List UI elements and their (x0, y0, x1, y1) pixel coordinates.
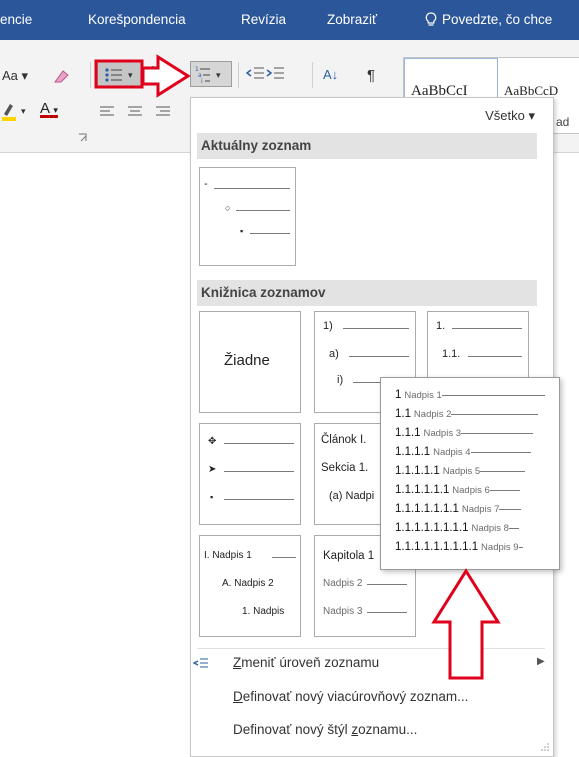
change-case-label: Aa (2, 68, 18, 83)
submenu-arrow-icon: ▶ (537, 656, 545, 667)
level-label: Nadpis 6 (452, 485, 490, 496)
svg-text:i: i (201, 78, 203, 85)
thumb-label: Sekcia 1. (321, 462, 369, 474)
level-number: 1.1.1.1.1.1.1.1 (395, 522, 469, 534)
thumb-label: 1. Nadpis (242, 606, 285, 617)
level-label: Nadpis 4 (433, 447, 471, 458)
level-label: Nadpis 8 (471, 523, 509, 534)
level-label: Nadpis 7 (461, 504, 500, 515)
level-number: 1.1.1.1.1.1.1.1.1 (395, 541, 479, 553)
none-label: Žiadne (224, 352, 270, 369)
svg-text:3: 3 (151, 77, 155, 85)
dialog-launcher-icon[interactable] (78, 133, 88, 143)
clear-formatting-icon[interactable] (50, 66, 72, 86)
multilevel-list-button[interactable]: 1 a i ▾ (190, 61, 232, 87)
preview-row-3: 1.1.1 Nadpis 3 (395, 427, 533, 445)
filter-label: Všetko (485, 108, 525, 123)
style-label-partial: ad (556, 115, 570, 129)
list-symbols-thumb[interactable]: ✥ ➤ ▪ (199, 423, 301, 525)
level-label: Nadpis 3 (423, 428, 462, 439)
menu-text: oznamu... (358, 722, 418, 737)
preview-row-4: 1.1.1.1 Nadpis 4 (395, 446, 531, 464)
tell-me-text: Povedzte, čo chce (442, 12, 553, 27)
show-marks-button[interactable]: ¶ (367, 67, 375, 84)
menu-accelerator: Z (233, 655, 242, 670)
level-number: 1 (395, 389, 402, 401)
section-current-list: Aktuálny zoznam (197, 133, 537, 159)
preview-row-1: 1 Nadpis 1 (395, 389, 545, 407)
change-case-button[interactable]: Aa ▾ (2, 68, 28, 84)
tab-view[interactable]: Zobraziť (327, 12, 377, 27)
svg-text:▾: ▾ (216, 71, 221, 81)
menu-define-list-style[interactable]: Definovať nový štýl zoznamu... (233, 722, 417, 737)
tab-review[interactable]: Revízia (241, 12, 286, 27)
level-number: 1.1 (395, 408, 411, 420)
thumb-label: 1.1. (442, 348, 461, 360)
preview-row-7: 1.1.1.1.1.1.1 Nadpis 7 (395, 503, 522, 521)
thumb-label: a) (329, 348, 339, 360)
menu-change-list-level[interactable]: Zmeniť úroveň zoznamu (233, 655, 379, 670)
menu-accelerator: D (233, 689, 243, 704)
change-level-icon (193, 658, 208, 668)
thumb-label: I. Nadpis 1 (204, 550, 252, 561)
section-list-library: Knižnica zoznamov (197, 280, 537, 306)
preview-row-2: 1.1 Nadpis 2 (395, 408, 539, 426)
filter-dropdown[interactable]: Všetko ▾ (485, 108, 535, 124)
thumb-label: Kapitola 1 (323, 550, 375, 562)
level-number: 1.1.1.1.1.1 (395, 484, 450, 496)
menu-text: efinovať nový viacúrovňový zoznam... (242, 689, 469, 704)
menu-define-multilevel-list[interactable]: Definovať nový viacúrovňový zoznam... (233, 689, 468, 704)
preview-row-8: 1.1.1.1.1.1.1.1 Nadpis 8 (395, 522, 519, 540)
font-color-button[interactable]: A ▾ (40, 100, 58, 117)
preview-row-9: 1.1.1.1.1.1.1.1.1 Nadpis 9 (395, 541, 523, 559)
bullets-icon: ▾ (105, 68, 133, 82)
level-number: 1.1.1.1 (395, 446, 431, 458)
level-number: 1.1.1.1.1.1.1 (395, 503, 459, 515)
lightbulb-icon (425, 12, 437, 26)
thumb-label: i) (337, 374, 344, 386)
font-color-label: A (40, 100, 50, 117)
list-none-thumb[interactable]: Žiadne (199, 311, 301, 413)
preview-row-6: 1.1.1.1.1.1 Nadpis 6 (395, 484, 520, 502)
tab-references[interactable]: encie (0, 12, 32, 27)
thumb-label: Nadpis 2 (323, 578, 363, 589)
current-list-thumb[interactable]: - ○ ▪ (199, 167, 296, 266)
indent-buttons-icon[interactable] (244, 62, 290, 86)
thumb-label: Článok I. (321, 434, 367, 446)
level-number: 1.1.1.1.1 (395, 465, 440, 477)
thumb-label: Nadpis 3 (323, 606, 363, 617)
bullets-button[interactable]: ▾ (97, 61, 143, 87)
thumb-label: A. Nadpis 2 (222, 578, 274, 589)
level-label: Nadpis 5 (442, 466, 481, 477)
thumb-label: (a) Nadpi (329, 490, 375, 502)
numbering-icon[interactable]: 1 2 3 (148, 61, 184, 87)
menu-text: meniť úroveň zoznamu (241, 655, 380, 670)
svg-text:▾: ▾ (21, 107, 26, 117)
menu-text: Definovať nový štýl (233, 722, 352, 737)
multilevel-list-icon: 1 a i ▾ (195, 66, 221, 85)
tab-mailings[interactable]: Korešpondencia (88, 12, 186, 27)
thumb-label: 1. (436, 320, 446, 332)
highlight-color-icon[interactable]: ▾ (2, 100, 32, 122)
resize-grip-icon[interactable] (540, 742, 550, 752)
list-preview-popup: 1 Nadpis 1 1.1 Nadpis 2 1.1.1 Nadpis 3 1… (380, 377, 560, 570)
level-label: Nadpis 1 (404, 390, 442, 401)
tell-me-box[interactable]: Povedzte, čo chce (425, 12, 552, 27)
alignment-buttons-icon[interactable] (98, 104, 188, 120)
preview-row-5: 1.1.1.1.1 Nadpis 5 (395, 465, 526, 483)
svg-text:▾: ▾ (128, 71, 133, 81)
sort-button[interactable]: A↓ (323, 67, 338, 82)
level-label: Nadpis 2 (413, 409, 452, 420)
ribbon-tab-bar: encie Korešpondencia Revízia Zobraziť Po… (0, 0, 579, 40)
list-heading-thumb[interactable]: I. Nadpis 1 A. Nadpis 2 1. Nadpis (199, 535, 301, 637)
thumb-label: 1) (323, 320, 333, 332)
level-label: Nadpis 9 (481, 542, 519, 553)
level-number: 1.1.1 (395, 427, 421, 439)
